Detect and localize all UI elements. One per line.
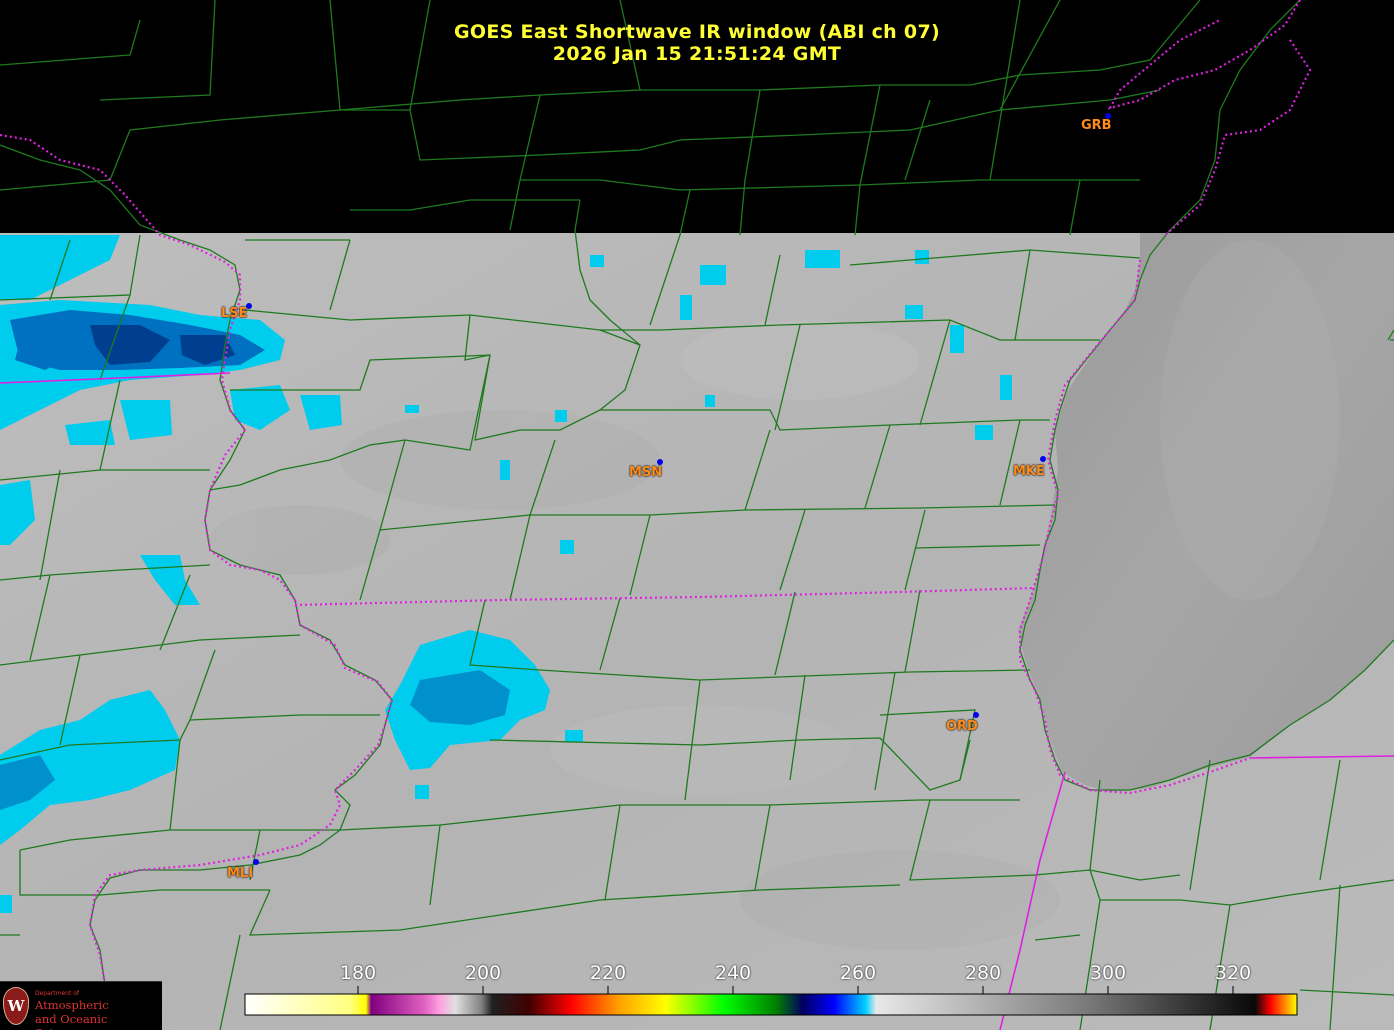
colorbar-tick-label: 280 — [964, 962, 1002, 984]
colorbar-tick-label: 260 — [839, 962, 877, 984]
satellite-image-frame: { "title": { "line1": "GOES East Shortwa… — [0, 0, 1394, 1030]
city-label-grb: GRB — [1081, 118, 1112, 133]
image-title: GOES East Shortwave IR window (ABI ch 07… — [454, 21, 940, 43]
logo-line2: and Oceanic Sciences — [35, 1012, 108, 1030]
colorbar-tick-label: 300 — [1089, 962, 1127, 984]
colorbar-tick-label: 180 — [339, 962, 377, 984]
city-label-msn: MSN — [629, 465, 663, 480]
aos-logo: W Department of Atmospheric and Oceanic … — [0, 981, 162, 1030]
city-label-ord: ORD — [946, 719, 978, 734]
city-label-lse: LSE — [221, 306, 248, 321]
logo-dept-text: Department of — [35, 990, 79, 997]
image-timestamp: 2026 Jan 15 21:51:24 GMT — [552, 43, 842, 65]
map-canvas — [0, 0, 1394, 1030]
colorbar-tick-label: 200 — [464, 962, 502, 984]
city-label-mke: MKE — [1013, 464, 1045, 479]
colorbar — [244, 993, 1298, 1016]
logo-line1: Atmospheric — [35, 998, 109, 1012]
colorbar-tick-label: 320 — [1214, 962, 1252, 984]
uw-seal-icon: W — [3, 987, 29, 1025]
city-label-mli: MLI — [227, 866, 254, 881]
colorbar-tick-label: 220 — [589, 962, 627, 984]
colorbar-tick-label: 240 — [714, 962, 752, 984]
